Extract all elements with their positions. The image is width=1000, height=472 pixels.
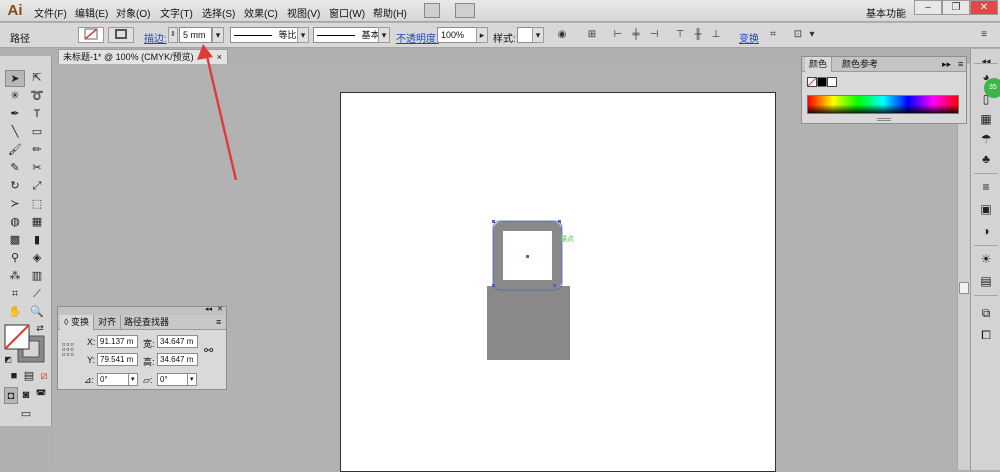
width-input[interactable]: 34.647 m [157,335,198,348]
anchor-handle [558,220,561,223]
height-label: 高: [143,357,155,367]
symbol-sprayer-tool-icon[interactable]: ⁂ [5,268,25,285]
tab-color-guide[interactable]: 颜色参考 [838,57,882,72]
slice-tool-icon[interactable]: ⟋ [27,286,47,303]
shape-builder-tool-icon[interactable]: ◍ [5,214,25,231]
collapse-panel-icon[interactable]: ◂◂ [205,305,212,313]
y-label: Y: [87,355,96,365]
transform-panel-titlebar[interactable]: ◂◂ ✕ [58,305,226,315]
magic-wand-tool-icon[interactable]: ✳ [5,88,25,105]
transform-panel: ◂◂ ✕ ◊ 变换 对齐 路径查找器 ≡ ▫▫▫ ▫▫▫ ▫▫▫ X: 91.137… [57,306,227,390]
anchor-hint-label: 锚点 [560,234,574,243]
swap-colors-icon[interactable]: ⇄ [30,320,50,337]
brushes-panel-icon[interactable]: ☂ [978,131,994,147]
tab-transform-label: 变换 [70,317,89,327]
width-label: 宽: [143,339,155,349]
none-mode-icon[interactable]: ⧄ [34,368,54,385]
symbols-panel-icon[interactable]: ♣ [978,151,994,167]
gradient-tool-icon[interactable]: ▮ [27,232,47,249]
collapse-panel-icon[interactable]: ▸▸ [938,57,955,72]
stroke-panel-icon[interactable]: ≡ [978,179,994,195]
screen-mode-icon[interactable]: ▭ [16,406,36,423]
swatches-panel-icon[interactable]: ▦ [978,111,994,127]
draw-behind-icon[interactable]: ◙ [19,387,33,404]
tab-pathfinder[interactable]: 路径查找器 [120,315,173,330]
annotation-arrow [204,51,238,181]
height-input[interactable]: 34.647 m [157,353,198,366]
mesh-tool-icon[interactable]: ▩ [5,232,25,249]
layers-panel-icon[interactable]: ⧉ [978,305,994,321]
x-input[interactable]: 91.137 m [97,335,138,348]
zoom-tool-icon[interactable]: 🔍 [27,304,47,321]
eyedropper-tool-icon[interactable]: ⚲ [5,250,25,267]
close-panel-icon[interactable]: ✕ [217,305,223,313]
anchor-handle [492,284,495,287]
anchor-handle [553,284,556,287]
tools-panel: ➤ ⇱ ✳ ➰ ✒ T ╲ ▭ 🖌 ✏ ✎ ✂ ↻ ⤢ ≻ ⬚ ◍ ▦ ▩ ▮ … [0,56,52,426]
perspective-grid-tool-icon[interactable]: ▦ [27,214,47,231]
panel-resize-grip[interactable] [877,118,891,121]
rectangle-tool-icon[interactable]: ▭ [27,124,47,141]
pencil-tool-icon[interactable]: ✏ [27,142,47,159]
blend-tool-icon[interactable]: ◈ [27,250,47,267]
color-spectrum[interactable] [807,95,959,114]
width-tool-icon[interactable]: ≻ [5,196,25,213]
transform-tabs: ◊ 变换 对齐 路径查找器 ≡ [58,315,226,330]
panel-menu-icon[interactable]: ≡ [954,57,967,72]
selection-tool-icon[interactable]: ➤ [5,70,25,87]
rotate-dropdown[interactable]: ▾ [128,373,138,386]
graphic-styles-icon[interactable]: ▤ [978,273,994,289]
artboards-panel-icon[interactable]: ⧠ [978,327,994,343]
constrain-proportions-icon[interactable]: ⚯ [204,344,213,357]
color-panel: 颜色 颜色参考 ▸▸ ≡ [801,56,967,124]
hand-tool-icon[interactable]: ✋ [5,304,25,321]
default-colors-icon[interactable]: ◩ [2,351,14,368]
direct-selection-tool-icon[interactable]: ⇱ [27,70,47,87]
y-input[interactable]: 79.541 m [97,353,138,366]
tab-align[interactable]: 对齐 [94,315,122,330]
gradient-panel-icon[interactable]: ▣ [978,201,994,217]
shear-angle-icon: ▱: [143,375,153,385]
right-dock: ◂◂ ◕ ▯ ▦ ☂ ♣ ≡ ▣ ◑ ☀ ▤ ⧉ ⧠ [970,49,1000,470]
free-transform-tool-icon[interactable]: ⬚ [27,196,47,213]
fill-stroke-mini-icon[interactable] [807,77,837,87]
tab-color[interactable]: 颜色 [805,57,833,72]
line-tool-icon[interactable]: ╲ [5,124,25,141]
column-graph-tool-icon[interactable]: ▥ [27,268,47,285]
blob-brush-tool-icon[interactable]: ✎ [5,160,25,177]
gray-rectangle-shape [487,286,570,360]
reference-point-icon[interactable]: ▫▫▫ ▫▫▫ ▫▫▫ [62,340,75,359]
x-label: X: [87,337,96,347]
type-tool-icon[interactable]: T [27,106,47,123]
tab-transform[interactable]: ◊ 变换 [60,315,94,330]
rotate-angle-icon: ⊿: [84,375,95,385]
rotate-tool-icon[interactable]: ↻ [5,178,25,195]
appearance-panel-icon[interactable]: ☀ [978,251,994,267]
scroll-thumb[interactable] [959,282,969,294]
scale-tool-icon[interactable]: ⤢ [27,178,47,195]
lasso-tool-icon[interactable]: ➰ [27,88,47,105]
paintbrush-tool-icon[interactable]: 🖌 [5,142,25,159]
draw-normal-icon[interactable]: ◘ [4,387,18,404]
panel-menu-icon[interactable]: ≡ [212,315,225,330]
shear-dropdown[interactable]: ▾ [187,373,197,386]
transparency-panel-icon[interactable]: ◑ [978,223,994,239]
scissors-tool-icon[interactable]: ✂ [27,160,47,177]
pen-tool-icon[interactable]: ✒ [5,106,25,123]
arrow-head [197,44,213,60]
draw-inside-icon[interactable]: ◚ [34,387,48,404]
anchor-handle [492,220,495,223]
center-point [526,255,529,258]
assistant-badge-icon[interactable]: 35 [984,78,1000,98]
vertical-scrollbar[interactable] [957,64,970,470]
artboard-tool-icon[interactable]: ⌗ [5,286,25,303]
collapse-dock-icon[interactable]: ◂◂ [978,53,994,69]
